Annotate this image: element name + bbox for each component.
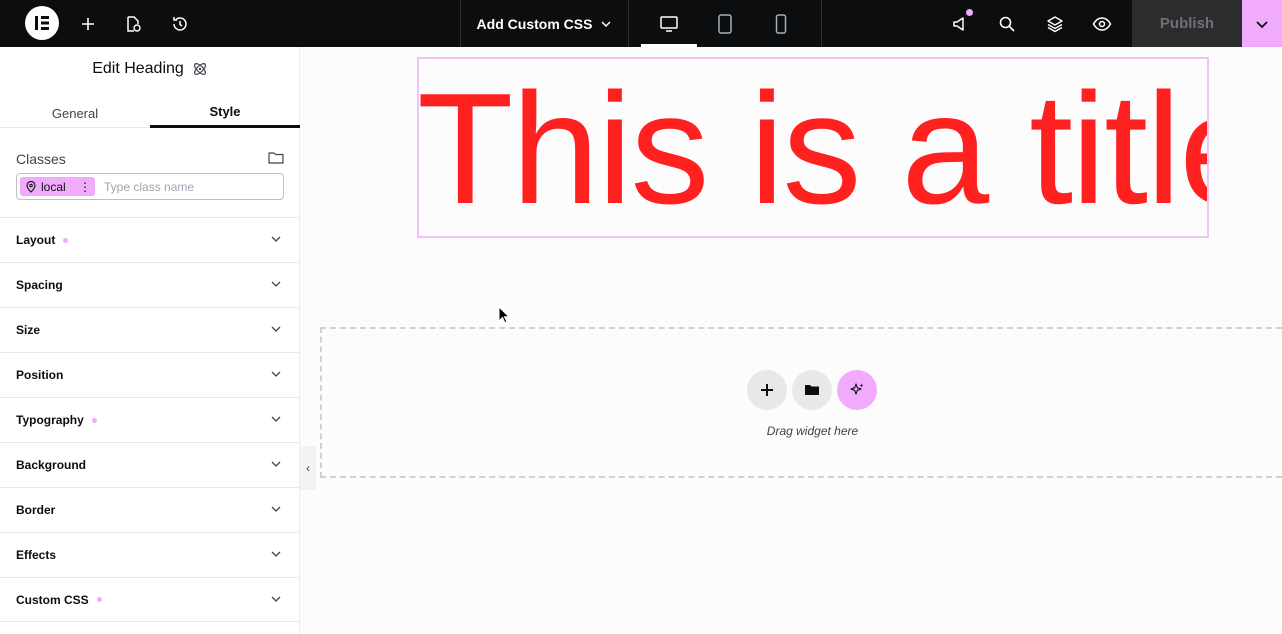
section-background[interactable]: Background (0, 442, 300, 487)
template-library-button[interactable] (792, 370, 832, 410)
section-effects[interactable]: Effects (0, 532, 300, 577)
heading-widget[interactable]: This is a title (417, 57, 1209, 238)
chevron-down-icon (271, 506, 281, 512)
editor-panel: Edit Heading General Style Classes local… (0, 47, 300, 634)
notification-badge (966, 9, 973, 16)
section-label: Background (16, 458, 87, 472)
class-name-input[interactable]: local ⋮ Type class name (16, 173, 284, 200)
folder-icon[interactable] (268, 151, 284, 170)
folder-icon (805, 385, 819, 395)
tab-style[interactable]: Style (150, 98, 300, 128)
notifications-button[interactable] (944, 0, 976, 47)
class-chip-local[interactable]: local ⋮ (20, 177, 95, 196)
atom-icon (193, 63, 206, 75)
history-icon (173, 16, 187, 31)
search-button[interactable] (991, 0, 1023, 47)
drop-zone-label: Drag widget here (766, 424, 859, 438)
section-label: Typography (16, 413, 84, 427)
section-position[interactable]: Position (0, 352, 300, 397)
search-icon (999, 16, 1015, 32)
preview-button[interactable] (1086, 0, 1118, 47)
page-settings-button[interactable] (117, 0, 149, 47)
chevron-down-icon (271, 236, 281, 242)
plus-icon (761, 384, 773, 396)
collapse-panel-button[interactable]: ‹ (300, 446, 316, 490)
chevron-down-icon (1256, 20, 1268, 28)
section-size[interactable]: Size (0, 307, 300, 352)
section-label: Position (16, 368, 64, 382)
device-mobile-button[interactable] (763, 0, 799, 47)
divider (628, 0, 629, 47)
add-element-button[interactable] (72, 0, 104, 47)
section-border[interactable]: Border (0, 487, 300, 532)
chevron-down-icon (271, 596, 281, 602)
history-button[interactable] (164, 0, 196, 47)
class-chip-label: local (41, 179, 66, 194)
active-device-indicator (641, 44, 697, 47)
modified-indicator (96, 597, 102, 602)
chevron-left-icon: ‹ (306, 461, 310, 475)
publish-options-button[interactable] (1242, 0, 1282, 47)
modified-indicator (63, 237, 69, 243)
section-label: Spacing (16, 278, 63, 292)
chevron-down-icon (601, 20, 611, 27)
class-input-placeholder: Type class name (104, 179, 195, 194)
elementor-logo-icon[interactable] (25, 6, 59, 40)
chevron-down-icon (271, 371, 281, 377)
chevron-down-icon (271, 551, 281, 557)
section-label: Layout (16, 233, 56, 247)
ai-generate-button[interactable] (837, 370, 877, 410)
classes-label: Classes (16, 151, 66, 167)
more-vertical-icon[interactable]: ⋮ (79, 180, 91, 194)
sparkles-icon (850, 383, 864, 395)
panel-header: Edit Heading (0, 47, 300, 91)
section-layout[interactable]: Layout (0, 217, 300, 262)
megaphone-icon (953, 16, 964, 31)
desktop-icon (660, 15, 678, 32)
structure-button[interactable] (1039, 0, 1071, 47)
add-section-button[interactable] (747, 370, 787, 410)
top-bar: Add Custom CSS Publish (0, 0, 1282, 47)
style-sections: Layout Spacing Size Position Typography … (0, 217, 300, 622)
page-settings-icon (127, 15, 141, 32)
eye-icon (1092, 16, 1112, 31)
modified-indicator (91, 417, 97, 423)
layers-icon (1047, 15, 1063, 32)
chevron-down-icon (271, 326, 281, 332)
document-title: Add Custom CSS (476, 15, 593, 32)
section-label: Custom CSS (16, 592, 89, 607)
plus-icon (82, 17, 94, 30)
section-label: Size (16, 323, 41, 337)
chevron-down-icon (271, 281, 281, 287)
divider (821, 0, 822, 47)
panel-title: Edit Heading (92, 60, 184, 77)
chevron-down-icon (271, 416, 281, 422)
panel-tabs: General Style (0, 98, 300, 128)
section-label: Effects (16, 548, 57, 562)
mouse-cursor-icon (498, 306, 510, 324)
device-tablet-button[interactable] (707, 0, 743, 47)
heading-text[interactable]: This is a title (419, 59, 1207, 236)
section-custom-css[interactable]: Custom CSS (0, 577, 300, 622)
section-label: Border (16, 503, 56, 517)
device-desktop-button[interactable] (641, 0, 697, 47)
section-typography[interactable]: Typography (0, 397, 300, 442)
publish-button[interactable]: Publish (1132, 0, 1242, 47)
chevron-down-icon (271, 461, 281, 467)
location-pin-icon (26, 180, 36, 193)
tablet-icon (718, 13, 732, 34)
document-title-dropdown[interactable]: Add Custom CSS (461, 0, 628, 47)
section-spacing[interactable]: Spacing (0, 262, 300, 307)
mobile-icon (775, 13, 787, 34)
tab-general[interactable]: General (0, 98, 150, 128)
